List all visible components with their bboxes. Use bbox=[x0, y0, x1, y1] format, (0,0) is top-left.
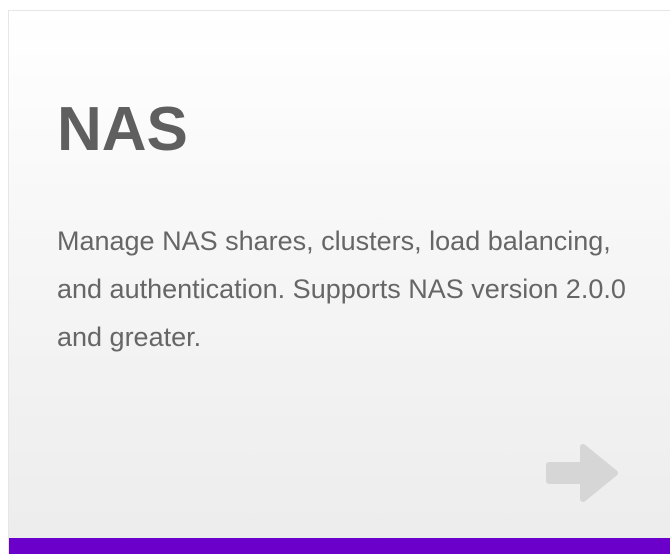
card-title: NAS bbox=[57, 95, 188, 164]
arrow-right-icon[interactable] bbox=[545, 435, 621, 511]
card-accent-bar bbox=[9, 538, 670, 554]
nas-card[interactable]: NAS Manage NAS shares, clusters, load ba… bbox=[8, 10, 670, 554]
card-description: Manage NAS shares, clusters, load balanc… bbox=[57, 226, 626, 352]
